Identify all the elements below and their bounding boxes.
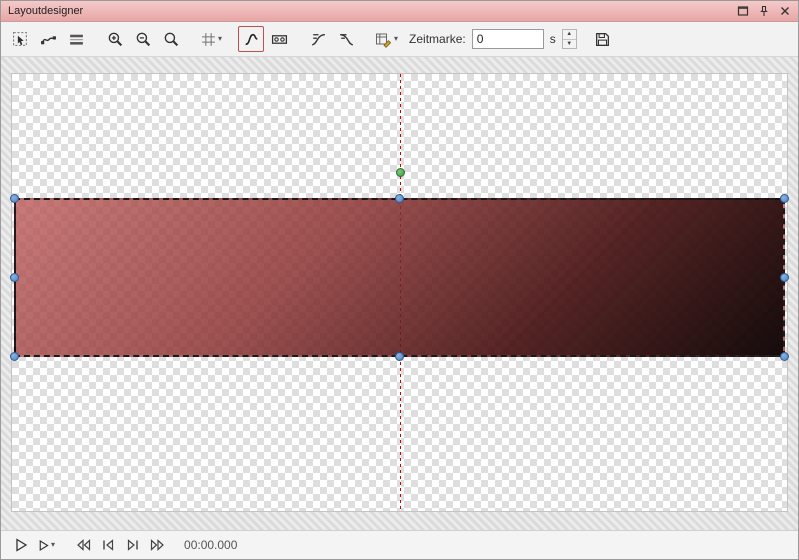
window-controls <box>736 5 791 18</box>
pin-icon[interactable] <box>757 5 770 18</box>
window-title: Layoutdesigner <box>8 5 736 17</box>
next-frame-button[interactable] <box>122 534 144 556</box>
curve-icon <box>243 31 260 48</box>
chevron-down-icon: ▾ <box>394 35 398 43</box>
camera-icon <box>271 31 288 48</box>
select-tool-button[interactable] <box>7 26 33 52</box>
keyframe-table-button[interactable]: ▾ <box>372 26 401 52</box>
resize-handle-top-center[interactable] <box>395 194 404 203</box>
resize-handle-middle-left[interactable] <box>10 273 19 282</box>
grid-button[interactable]: ▾ <box>197 26 225 52</box>
spline-select-tool-button[interactable] <box>35 26 61 52</box>
unit-label: s <box>550 32 556 46</box>
transport-bar: ▾ 00:00.000 <box>1 530 798 559</box>
resize-handle-middle-right[interactable] <box>780 273 789 282</box>
maximize-icon[interactable] <box>736 5 749 18</box>
skip-back-button[interactable] <box>72 534 94 556</box>
zeitmarke-label: Zeitmarke: <box>409 32 466 46</box>
play-icon <box>13 537 29 553</box>
play-button[interactable] <box>10 534 32 556</box>
motion-path-tool-button[interactable] <box>238 26 264 52</box>
resize-handle-bottom-right[interactable] <box>780 352 789 361</box>
save-button[interactable] <box>590 26 616 52</box>
resize-handle-bottom-center[interactable] <box>395 352 404 361</box>
select-icon <box>12 31 29 48</box>
spinner-up-button[interactable]: ▲ <box>563 30 576 39</box>
zeitmarke-spinner: ▲ ▼ <box>562 29 577 49</box>
curve-out-icon <box>338 31 355 48</box>
zoom-original-icon <box>163 31 180 48</box>
play-small-icon <box>37 539 50 552</box>
titlebar: Layoutdesigner <box>1 1 798 22</box>
spinner-down-button[interactable]: ▼ <box>563 39 576 49</box>
play-options-button[interactable]: ▾ <box>35 534 57 556</box>
order-lines-tool-button[interactable] <box>63 26 89 52</box>
selected-gradient-object[interactable] <box>14 198 785 357</box>
curve-in-icon <box>310 31 327 48</box>
workspace <box>1 57 798 530</box>
lines-icon <box>68 31 85 48</box>
time-display: 00:00.000 <box>184 538 237 552</box>
resize-handle-top-left[interactable] <box>10 194 19 203</box>
curve-in-button[interactable] <box>305 26 331 52</box>
save-icon <box>594 31 611 48</box>
fast-forward-icon <box>149 537 167 553</box>
resize-handle-top-right[interactable] <box>780 194 789 203</box>
rotation-handle[interactable] <box>396 168 405 177</box>
grid-icon <box>200 31 217 48</box>
zoom-out-button[interactable] <box>130 26 156 52</box>
skip-back-icon <box>74 537 92 553</box>
resize-handle-bottom-left[interactable] <box>10 352 19 361</box>
chevron-down-icon: ▾ <box>51 541 55 549</box>
zoom-original-button[interactable] <box>158 26 184 52</box>
fast-forward-button[interactable] <box>147 534 169 556</box>
zoom-in-button[interactable] <box>102 26 128 52</box>
layoutdesigner-window: Layoutdesigner <box>0 0 799 560</box>
close-icon[interactable] <box>778 5 791 18</box>
zeitmarke-input[interactable] <box>472 29 544 49</box>
table-edit-icon <box>375 31 393 48</box>
prev-frame-button[interactable] <box>97 534 119 556</box>
camera-pan-button[interactable] <box>266 26 292 52</box>
chevron-down-icon: ▾ <box>218 35 222 43</box>
zoom-out-icon <box>135 31 152 48</box>
prev-frame-icon <box>100 537 116 553</box>
next-frame-icon <box>125 537 141 553</box>
spline-icon <box>40 31 57 48</box>
zoom-in-icon <box>107 31 124 48</box>
curve-out-button[interactable] <box>333 26 359 52</box>
main-toolbar: ▾ ▾ Z <box>1 22 798 57</box>
layout-canvas[interactable] <box>11 73 788 512</box>
